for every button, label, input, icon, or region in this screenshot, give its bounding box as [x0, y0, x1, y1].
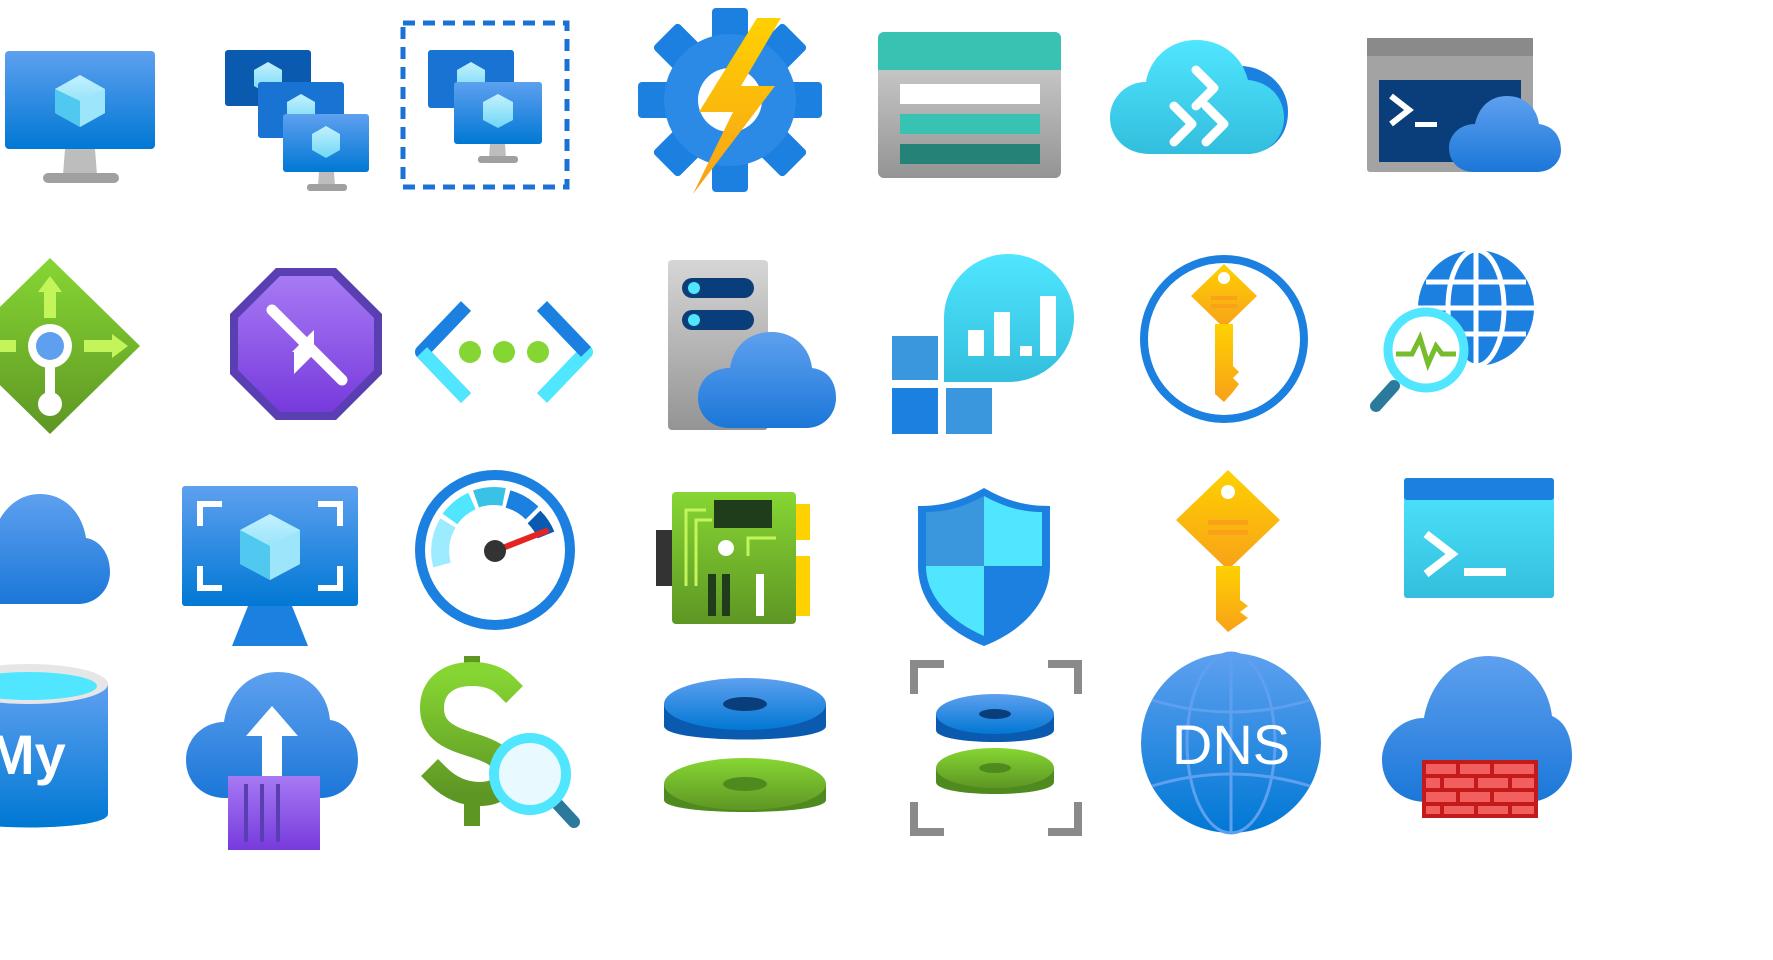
security-shield-icon	[916, 486, 1052, 648]
mysql-label: My	[0, 723, 66, 786]
console-icon	[1404, 478, 1556, 600]
automation-account-icon	[635, 4, 830, 199]
cloud-server-icon	[668, 260, 838, 432]
network-watcher-icon	[1370, 246, 1542, 418]
dns-label: DNS	[1172, 713, 1290, 776]
mysql-database-icon: My	[0, 664, 112, 836]
circuit-board-icon	[656, 490, 812, 628]
vm-image-icon	[182, 486, 362, 656]
key-icon	[1176, 470, 1282, 632]
availability-set-icon	[400, 20, 570, 190]
disk-snapshot-icon	[908, 658, 1084, 838]
cloud-shell-icon	[1367, 38, 1562, 178]
vm-scale-sets-icon	[225, 50, 370, 195]
application-insights-apps-icon	[892, 254, 1077, 439]
azure-migrate-icon	[1110, 40, 1290, 158]
cloud-icon	[0, 494, 110, 606]
route-table-icon	[230, 268, 382, 420]
key-vault-icon	[1139, 254, 1309, 424]
firewall-icon	[1382, 656, 1572, 822]
dns-zone-icon: DNS	[1140, 651, 1322, 835]
speedometer-icon	[410, 465, 580, 635]
container-upload-icon	[186, 672, 358, 850]
private-link-icon	[414, 298, 594, 408]
network-gateway-icon	[0, 258, 142, 436]
storage-table-icon	[878, 32, 1063, 182]
cost-analysis-icon	[419, 656, 582, 836]
icon-sheet: My DNS	[0, 0, 1773, 960]
virtual-machine-icon	[5, 45, 157, 190]
disks-icon	[662, 674, 828, 834]
